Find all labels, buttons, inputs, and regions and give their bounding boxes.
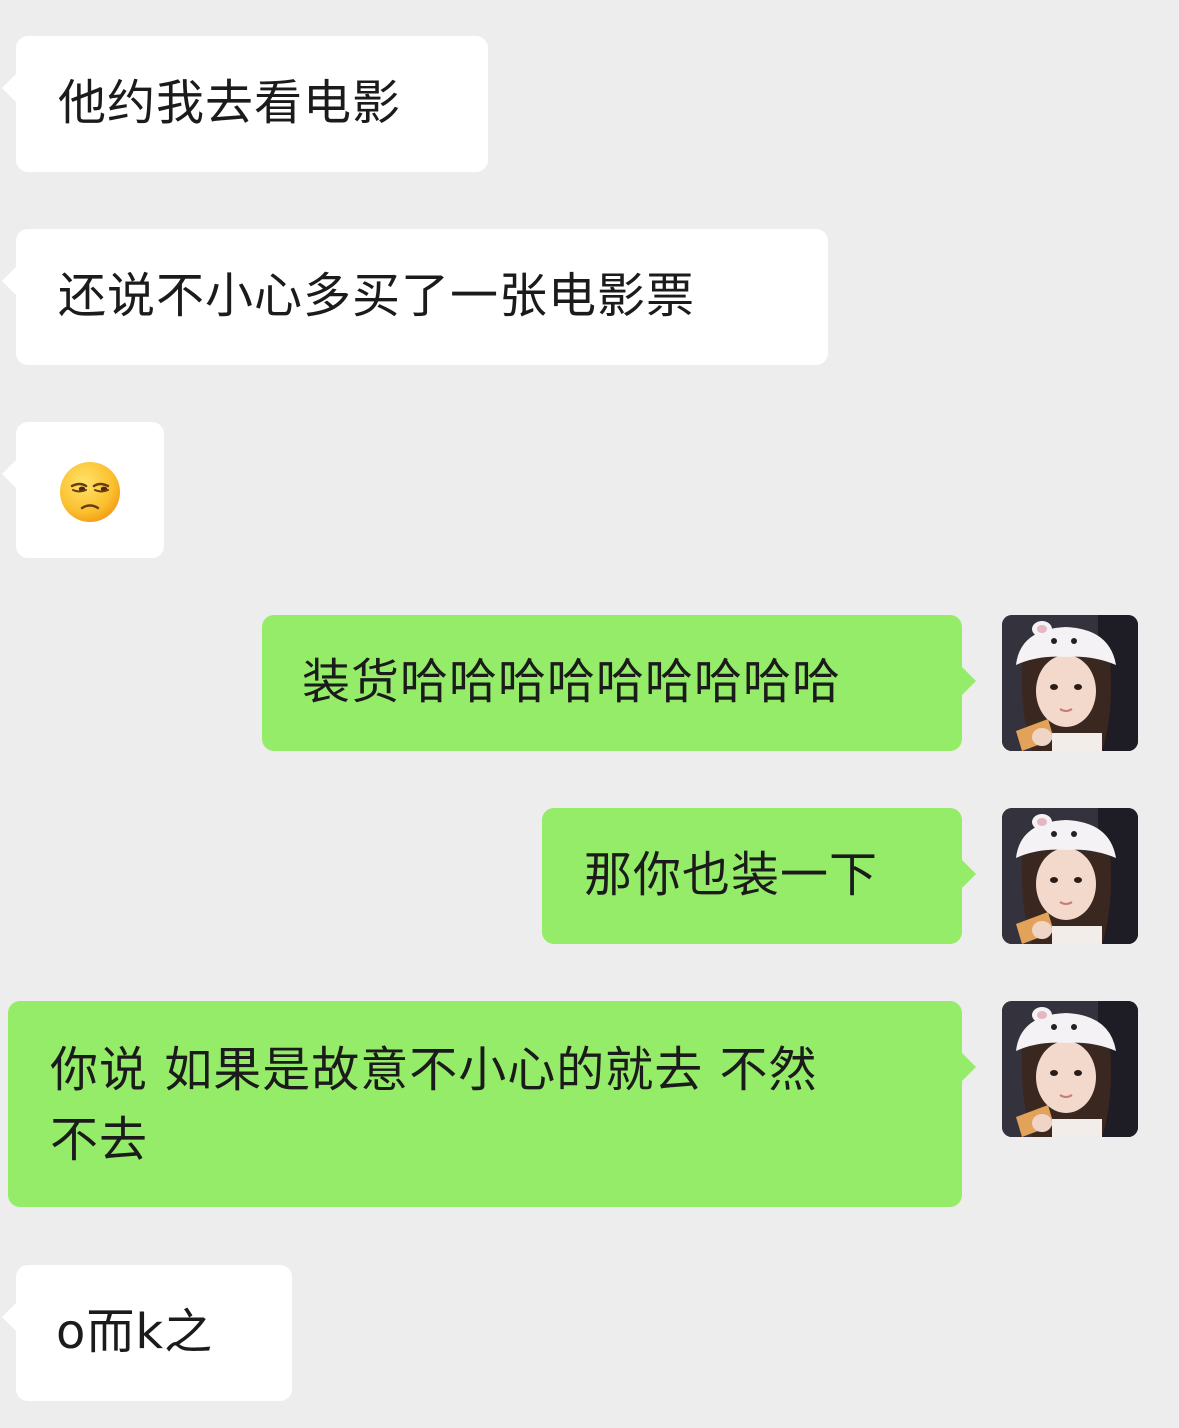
- user-avatar[interactable]: [1002, 1001, 1138, 1137]
- message-text: o而k之: [56, 1304, 214, 1360]
- outgoing-message-bubble[interactable]: 你说 如果是故意不小心的就去 不然 不去: [8, 1001, 976, 1207]
- bubble-tail: [962, 667, 976, 695]
- message-text-line-2: 不去: [50, 1112, 149, 1168]
- bubble-tail: [2, 74, 16, 102]
- message-text: 装货哈哈哈哈哈哈哈哈哈: [302, 654, 842, 710]
- avatar-image: [1002, 615, 1138, 751]
- message-text: 那你也装一下: [584, 847, 879, 903]
- avatar-image: [1002, 808, 1138, 944]
- user-avatar[interactable]: [1002, 808, 1138, 944]
- incoming-message-bubble[interactable]: 还说不小心多买了一张电影票: [2, 229, 828, 365]
- avatar-image: [1002, 1001, 1138, 1137]
- unamused-face-icon: [58, 460, 122, 524]
- bubble-tail: [962, 860, 976, 888]
- bubble-tail: [2, 1303, 16, 1331]
- incoming-message-bubble[interactable]: o而k之: [2, 1265, 292, 1401]
- bubble-tail: [2, 460, 16, 488]
- bubble-tail: [962, 1053, 976, 1081]
- outgoing-message-bubble[interactable]: 那你也装一下: [542, 808, 976, 944]
- user-avatar[interactable]: [1002, 615, 1138, 751]
- outgoing-message-bubble[interactable]: 装货哈哈哈哈哈哈哈哈哈: [262, 615, 976, 751]
- message-text: 还说不小心多买了一张电影票: [58, 268, 696, 324]
- message-text-line-1: 你说 如果是故意不小心的就去 不然: [50, 1042, 818, 1098]
- incoming-emoji-bubble[interactable]: [2, 422, 164, 558]
- message-text: 他约我去看电影: [58, 75, 402, 131]
- incoming-message-bubble[interactable]: 他约我去看电影: [2, 36, 488, 172]
- bubble-tail: [2, 267, 16, 295]
